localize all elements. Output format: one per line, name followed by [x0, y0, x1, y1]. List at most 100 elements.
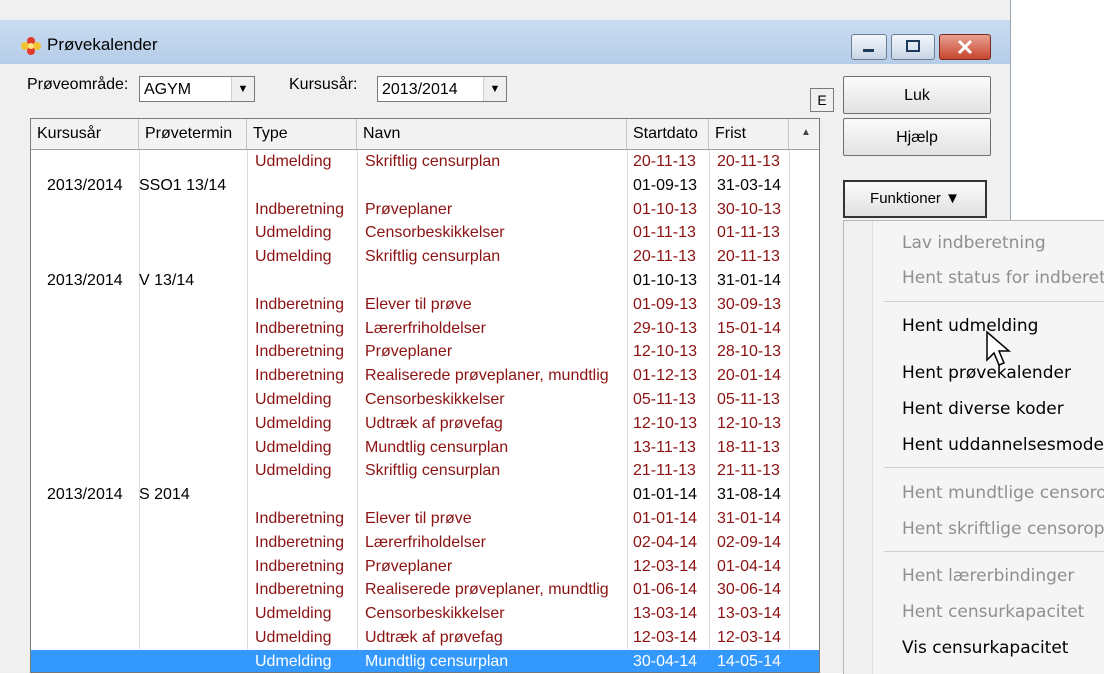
cell-frist: 20-11-13	[717, 248, 780, 266]
table-row[interactable]: Indberetning Elever til prøve 01-01-14 31-0…	[31, 507, 819, 531]
menu-separator	[884, 551, 1104, 552]
menu-item[interactable]: Vis censurkapacitet	[902, 638, 1068, 658]
area-select[interactable]: AGYM ▼	[139, 76, 255, 102]
table-row[interactable]: Indberetning Realiserede prøveplaner, mun…	[31, 578, 819, 602]
table-row[interactable]: Indberetning Prøveplaner 12-10-13 28-10-13	[31, 340, 819, 364]
cell-start: 12-03-14	[633, 557, 698, 575]
cell-start: 13-11-13	[633, 438, 696, 456]
cell-navn: Prøveplaner	[365, 557, 453, 575]
table-row[interactable]: Udmelding Skriftlig censurplan 20-11-13 20-…	[31, 150, 819, 174]
cell-start: 01-12-13	[633, 367, 698, 385]
calendar-list[interactable]: Kursusår Prøvetermin Type Navn Startdato…	[30, 118, 820, 673]
maximize-icon	[906, 40, 920, 52]
cell-frist: 14-05-14	[717, 652, 782, 670]
table-row[interactable]: Indberetning Lærerfriholdelser 29-10-13 15-…	[31, 317, 819, 341]
chevron-down-icon: ▼	[231, 77, 254, 101]
cell-aar: 2013/2014	[47, 176, 123, 194]
table-row[interactable]: Udmelding Censorbeskikkelser 01-11-13 01-11…	[31, 221, 819, 245]
cell-navn: Lærerfriholdelser	[365, 533, 486, 551]
maximize-button[interactable]	[891, 34, 935, 60]
cell-navn: Realiserede prøveplaner, mundtlig	[365, 367, 609, 385]
column-header-frist[interactable]: Frist	[709, 119, 789, 149]
table-row[interactable]: 2013/2014 V 13/14 01-10-13 31-01-14	[31, 269, 819, 293]
table-row[interactable]: Udmelding Udtræk af prøvefag 12-03-14 12-03…	[31, 626, 819, 650]
cell-type: Indberetning	[255, 581, 344, 599]
table-row[interactable]: Udmelding Skriftlig censurplan 20-11-13 20-…	[31, 245, 819, 269]
mouse-cursor-icon	[986, 330, 1012, 366]
menu-item[interactable]: Hent udmelding	[902, 316, 1038, 336]
flower-icon	[21, 37, 41, 55]
menu-item[interactable]: Hent uddannelsesmodel	[902, 435, 1104, 455]
cell-type: Indberetning	[255, 343, 344, 361]
menu-item[interactable]: Hent status for indberetr	[902, 268, 1104, 288]
list-header: Kursusår Prøvetermin Type Navn Startdato…	[31, 119, 819, 150]
minimize-icon	[863, 49, 874, 52]
table-row[interactable]: Udmelding Censorbeskikkelser 13-03-14 13-03…	[31, 602, 819, 626]
cell-type: Udmelding	[255, 438, 332, 456]
table-row[interactable]: Udmelding Skriftlig censurplan 21-11-13 21-…	[31, 459, 819, 483]
column-header-navn[interactable]: Navn	[357, 119, 627, 149]
table-row[interactable]: Indberetning Elever til prøve 01-09-13 30-0…	[31, 293, 819, 317]
e-button[interactable]: E	[810, 88, 834, 112]
cell-navn: Censorbeskikkelser	[365, 224, 505, 242]
menu-item[interactable]: Hent censurkapacitet	[902, 602, 1084, 622]
cell-navn: Elever til prøve	[365, 295, 472, 313]
cell-type: Udmelding	[255, 462, 332, 480]
cell-termin: S 2014	[139, 486, 190, 504]
cell-start: 20-11-13	[633, 248, 696, 266]
cell-frist: 15-01-14	[717, 319, 782, 337]
cell-frist: 28-10-13	[717, 343, 782, 361]
column-header-proevetermin[interactable]: Prøvetermin	[139, 119, 247, 149]
table-row[interactable]: 2013/2014 SSO1 13/14 01-09-13 31-03-14	[31, 174, 819, 198]
menu-item[interactable]: Hent lærerbindinger	[902, 566, 1074, 586]
cell-navn: Prøveplaner	[365, 200, 453, 218]
table-row[interactable]: Udmelding Mundtlig censurplan 30-04-14 14-0…	[31, 649, 819, 672]
cell-type: Indberetning	[255, 509, 344, 527]
table-row[interactable]: Udmelding Censorbeskikkelser 05-11-13 05-11…	[31, 388, 819, 412]
table-row[interactable]: Indberetning Prøveplaner 01-10-13 30-10-13	[31, 198, 819, 222]
cell-navn: Skriftlig censurplan	[365, 153, 501, 170]
menu-separator	[884, 301, 1104, 302]
cell-frist: 01-04-14	[717, 557, 782, 575]
close-window-button[interactable]	[939, 34, 991, 60]
cell-start: 21-11-13	[633, 462, 696, 480]
funktioner-button-label: Funktioner ▼	[870, 190, 960, 207]
cell-type: Indberetning	[255, 557, 344, 575]
menu-item[interactable]: Hent mundtlige censoro	[902, 483, 1104, 503]
cell-start: 01-09-13	[633, 176, 698, 194]
cell-navn: Skriftlig censurplan	[365, 462, 501, 480]
table-row[interactable]: Udmelding Udtræk af prøvefag 12-10-13 12-10…	[31, 412, 819, 436]
cell-start: 01-01-14	[633, 486, 698, 504]
funktioner-button[interactable]: Funktioner ▼	[843, 180, 987, 218]
cell-frist: 31-01-14	[717, 271, 782, 289]
table-row[interactable]: Indberetning Prøveplaner 12-03-14 01-04-14	[31, 555, 819, 579]
table-row[interactable]: Udmelding Mundtlig censurplan 13-11-13 18-1…	[31, 436, 819, 460]
cell-navn: Udtræk af prøvefag	[365, 628, 503, 646]
table-row[interactable]: Indberetning Realiserede prøveplaner, mun…	[31, 364, 819, 388]
cell-start: 01-10-13	[633, 271, 698, 289]
cell-navn: Elever til prøve	[365, 509, 472, 527]
column-header-type[interactable]: Type	[247, 119, 357, 149]
table-row[interactable]: Indberetning Lærerfriholdelser 02-04-14 02-…	[31, 531, 819, 555]
funktioner-menu: Lav indberetning Hent status for indberet…	[843, 220, 1104, 674]
cell-type: Indberetning	[255, 367, 344, 385]
menu-item[interactable]: Hent diverse koder	[902, 399, 1064, 419]
cell-type: Udmelding	[255, 153, 332, 170]
menu-item[interactable]: Hent skriftlige censoropg	[902, 519, 1104, 539]
cell-start: 12-10-13	[633, 414, 698, 432]
cell-type: Indberetning	[255, 200, 344, 218]
cell-type: Udmelding	[255, 628, 332, 646]
cell-navn: Realiserede prøveplaner, mundtlig	[365, 581, 609, 599]
hjaelp-button[interactable]: Hjælp	[843, 118, 991, 156]
year-select-value: 2013/2014	[382, 81, 458, 98]
menu-item[interactable]: Lav indberetning	[902, 233, 1046, 253]
table-row[interactable]: 2013/2014 S 2014 01-01-14 31-08-14	[31, 483, 819, 507]
column-header-kursusaar[interactable]: Kursusår	[31, 119, 139, 149]
cell-type: Udmelding	[255, 605, 332, 623]
cell-type: Udmelding	[255, 652, 332, 670]
luk-button[interactable]: Luk	[843, 76, 991, 114]
cell-frist: 05-11-13	[717, 390, 780, 408]
minimize-button[interactable]	[851, 34, 887, 60]
year-select[interactable]: 2013/2014 ▼	[377, 76, 507, 102]
column-header-startdato[interactable]: Startdato	[627, 119, 709, 149]
